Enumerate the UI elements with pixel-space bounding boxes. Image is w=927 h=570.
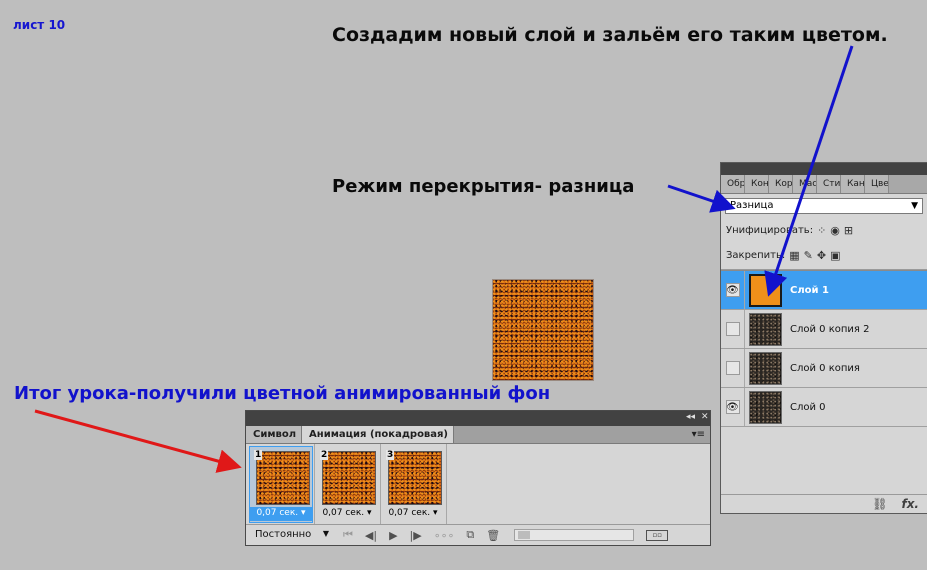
unify-label: Унифицировать: bbox=[726, 224, 814, 236]
caption-blend-mode: Режим перекрытия- разница bbox=[332, 176, 635, 197]
frame-thumbnail bbox=[322, 451, 376, 505]
collapse-icon[interactable]: ◂◂ bbox=[686, 412, 695, 422]
tab-animation[interactable]: Анимация (покадровая) bbox=[302, 426, 455, 443]
unify-style-icon[interactable]: ⊞ bbox=[844, 224, 853, 237]
unify-row: Унифицировать: ⁘ ◉ ⊞ bbox=[721, 222, 927, 238]
loop-select[interactable]: Постоянно ▼ bbox=[249, 528, 331, 543]
caption-new-layer: Создадим новый слой и зальём его таким ц… bbox=[332, 24, 888, 46]
timeline-mode-icon[interactable]: ▫▫ bbox=[646, 529, 669, 541]
animated-background-preview bbox=[493, 280, 593, 380]
chevron-down-icon: ▼ bbox=[911, 201, 918, 211]
frame-2[interactable]: 2 0,07 сек. ▾ bbox=[316, 447, 378, 522]
empty-visibility-box[interactable] bbox=[725, 322, 740, 336]
panel-tabs: Обра Конт Корр Маск Стил Кана Цве bbox=[721, 175, 927, 194]
frame-delay[interactable]: 0,07 сек. ▾ bbox=[316, 507, 378, 521]
next-frame-icon[interactable]: |▶ bbox=[410, 529, 422, 542]
lock-transparency-icon[interactable]: ▦ bbox=[789, 249, 799, 262]
eye-icon[interactable]: 👁 bbox=[725, 400, 740, 414]
panel-titlebar bbox=[721, 163, 927, 175]
layer-thumbnail bbox=[749, 390, 782, 424]
frame-3[interactable]: 3 0,07 сек. ▾ bbox=[382, 447, 444, 522]
layer-list: 👁 Слой 1 Слой 0 копия 2 Слой 0 копия 👁 С… bbox=[721, 270, 927, 427]
frame-delay-value: 0,07 сек. bbox=[388, 508, 431, 518]
animation-panel-tabs: Символ Анимация (покадровая) ▾≡ bbox=[246, 426, 710, 444]
eye-icon[interactable]: 👁 bbox=[725, 283, 740, 297]
duplicate-frame-icon[interactable]: ⧉ bbox=[466, 528, 474, 542]
layers-panel-footer: ⛓ fx. bbox=[721, 494, 927, 513]
tab-symbol[interactable]: Символ bbox=[246, 426, 303, 443]
play-icon[interactable]: ▶ bbox=[389, 529, 397, 542]
fx-icon[interactable]: fx. bbox=[901, 497, 919, 511]
frame-delay[interactable]: 0,07 сек. ▾ bbox=[382, 507, 444, 521]
unify-visibility-icon[interactable]: ◉ bbox=[830, 224, 840, 237]
layers-panel: Обра Конт Корр Маск Стил Кана Цве Разниц… bbox=[720, 162, 927, 514]
layer-name: Слой 0 bbox=[790, 401, 826, 413]
layer-name: Слой 0 копия bbox=[790, 362, 860, 374]
scroll-thumb[interactable] bbox=[518, 531, 531, 539]
chevron-down-icon: ▼ bbox=[322, 528, 329, 538]
lock-label: Закрепить: bbox=[726, 249, 786, 261]
divider bbox=[380, 444, 381, 524]
link-icon[interactable]: ⛓ bbox=[872, 497, 887, 511]
layer-name: Слой 1 bbox=[790, 284, 829, 296]
tab-6[interactable]: Кана bbox=[841, 175, 865, 193]
frame-delay-value: 0,07 сек. bbox=[322, 508, 365, 518]
frame-1[interactable]: 1 0,07 сек. ▾ bbox=[249, 446, 313, 523]
frame-delay-value: 0,07 сек. bbox=[256, 508, 299, 518]
unify-position-icon[interactable]: ⁘ bbox=[817, 224, 826, 237]
animation-panel: ◂◂ ✕ Символ Анимация (покадровая) ▾≡ 1 0… bbox=[245, 410, 711, 546]
visibility-cell[interactable] bbox=[721, 310, 745, 348]
tab-3[interactable]: Корр bbox=[769, 175, 793, 193]
layer-row-sloy-1[interactable]: 👁 Слой 1 bbox=[721, 271, 927, 310]
blend-mode-select[interactable]: Разница ▼ bbox=[725, 198, 923, 214]
visibility-cell[interactable]: 👁 bbox=[721, 271, 745, 309]
panel-menu-icon[interactable]: ▾≡ bbox=[692, 429, 705, 440]
close-icon[interactable]: ✕ bbox=[701, 412, 709, 422]
frame-thumbnail bbox=[256, 451, 310, 505]
layer-thumbnail bbox=[749, 312, 782, 346]
sheet-label: лист 10 bbox=[13, 18, 66, 32]
frame-number: 1 bbox=[254, 450, 263, 460]
caption-result: Итог урока-получили цветной анимированны… bbox=[14, 383, 551, 404]
playback-controls: Постоянно ▼ ⏮ ◀| ▶ |▶ ∘∘∘ ⧉ 🗑 ▫▫ bbox=[246, 524, 710, 545]
layer-name: Слой 0 копия 2 bbox=[790, 323, 870, 335]
tab-2[interactable]: Конт bbox=[745, 175, 769, 193]
frame-number: 3 bbox=[386, 450, 395, 460]
lock-position-move-icon[interactable]: ✥ bbox=[817, 249, 826, 262]
divider bbox=[446, 444, 447, 524]
previous-frame-icon[interactable]: ◀| bbox=[365, 529, 377, 542]
lock-row: Закрепить: ▦ ✎ ✥ ▣ bbox=[721, 247, 927, 263]
tab-4[interactable]: Маск bbox=[793, 175, 817, 193]
tab-5[interactable]: Стил bbox=[817, 175, 841, 193]
visibility-cell[interactable]: 👁 bbox=[721, 388, 745, 426]
lock-all-icon[interactable]: ▣ bbox=[830, 249, 840, 262]
frames-strip: 1 0,07 сек. ▾ 2 0,07 сек. ▾ 3 0,07 сек. … bbox=[246, 444, 710, 524]
first-frame-icon[interactable]: ⏮ bbox=[343, 528, 353, 542]
layer-thumbnail bbox=[749, 351, 782, 385]
blend-mode-value: Разница bbox=[730, 200, 774, 211]
frame-number: 2 bbox=[320, 450, 329, 460]
frame-delay[interactable]: 0,07 сек. ▾ bbox=[250, 507, 312, 521]
tab-1[interactable]: Обра bbox=[721, 175, 745, 193]
visibility-cell[interactable] bbox=[721, 349, 745, 387]
tab-7[interactable]: Цве bbox=[865, 175, 889, 193]
lock-pixels-brush-icon[interactable]: ✎ bbox=[804, 249, 813, 262]
trash-icon[interactable]: 🗑 bbox=[486, 529, 500, 542]
empty-visibility-box[interactable] bbox=[725, 361, 740, 375]
tween-icon[interactable]: ∘∘∘ bbox=[434, 529, 455, 542]
layer-row-sloy-0-kopiya[interactable]: Слой 0 копия bbox=[721, 349, 927, 388]
frames-scrollbar[interactable] bbox=[514, 529, 635, 541]
arrow-to-animation-frames bbox=[34, 409, 242, 473]
layer-row-sloy-0-kopiya-2[interactable]: Слой 0 копия 2 bbox=[721, 310, 927, 349]
frame-thumbnail bbox=[388, 451, 442, 505]
divider bbox=[314, 444, 315, 524]
layer-thumbnail bbox=[749, 273, 782, 307]
layer-row-sloy-0[interactable]: 👁 Слой 0 bbox=[721, 388, 927, 427]
panel-titlebar: ◂◂ ✕ bbox=[246, 411, 710, 426]
loop-value: Постоянно bbox=[255, 528, 312, 540]
